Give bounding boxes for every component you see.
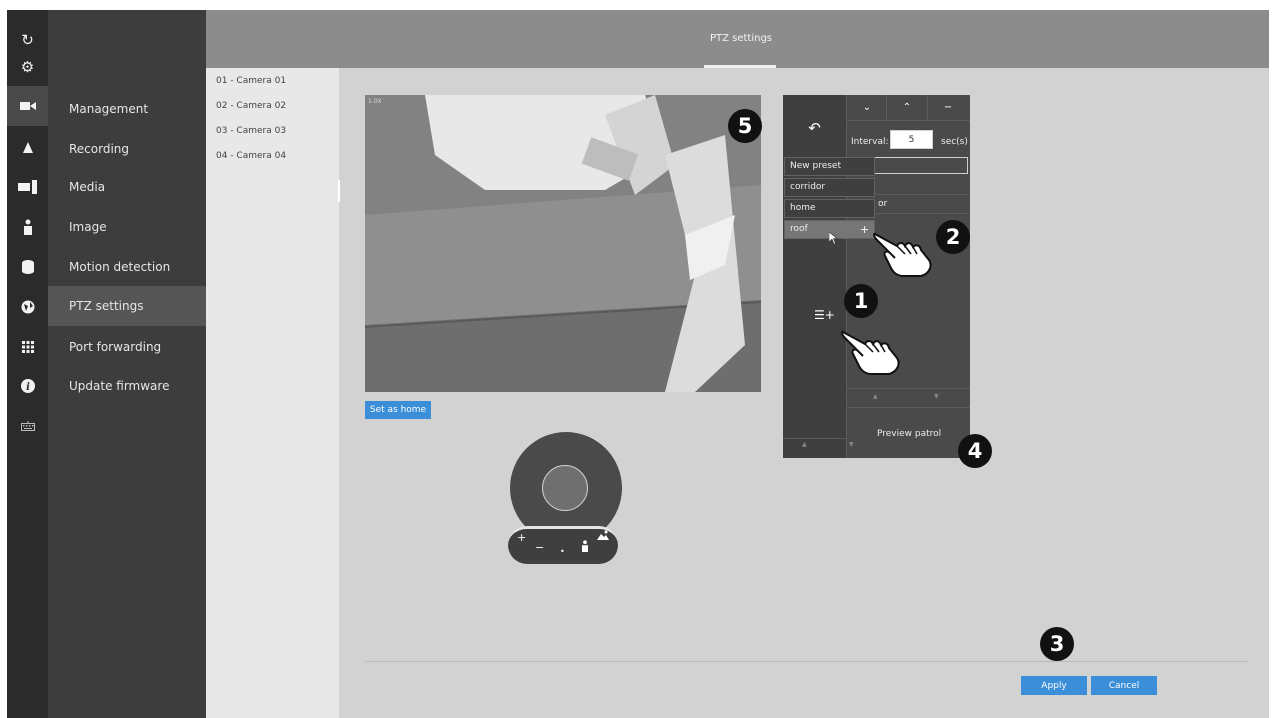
move-down-icon[interactable]: ⌄ bbox=[847, 95, 887, 120]
database-icon[interactable] bbox=[7, 247, 48, 287]
interval-unit: sec(s) bbox=[941, 137, 968, 147]
video-frame-image: 1.0X bbox=[365, 95, 761, 392]
video-zoom-overlay: 1.0X bbox=[368, 98, 382, 105]
add-to-list-icon[interactable]: ☰+ bbox=[814, 308, 835, 322]
back-icon[interactable]: ↶ bbox=[791, 113, 838, 143]
sidebar-item-image[interactable]: Image bbox=[48, 207, 206, 247]
active-tab-indicator bbox=[704, 65, 776, 68]
remove-icon[interactable]: − bbox=[928, 95, 968, 120]
camera-list-item[interactable]: 04 - Camera 04 bbox=[216, 151, 286, 161]
panel-divider bbox=[846, 388, 970, 389]
display-icon[interactable] bbox=[7, 167, 48, 207]
icon-rail: ↻ ⚙ i bbox=[7, 10, 48, 718]
scroll-up-icon[interactable]: ▲ bbox=[802, 441, 807, 448]
dropdown-preset-corridor[interactable]: corridor bbox=[784, 178, 875, 197]
callout-1: 1 bbox=[844, 284, 878, 318]
image-icon[interactable] bbox=[597, 530, 609, 543]
sidebar-item-update-firmware[interactable]: Update firmware bbox=[48, 366, 206, 406]
set-as-home-button[interactable]: Set as home bbox=[365, 401, 431, 419]
grid-icon[interactable] bbox=[7, 327, 48, 367]
scroll-up-icon[interactable]: ▲ bbox=[873, 393, 878, 400]
cursor-icon bbox=[829, 232, 838, 244]
person-icon[interactable] bbox=[7, 207, 48, 247]
camera-list-item[interactable]: 01 - Camera 01 bbox=[216, 76, 286, 86]
preset-name-field[interactable] bbox=[874, 157, 968, 174]
preset-panel-left-column bbox=[783, 95, 846, 458]
patrol-row[interactable] bbox=[874, 175, 968, 195]
panel-divider bbox=[846, 120, 970, 121]
focus-button[interactable]: • bbox=[560, 547, 565, 556]
footer-divider bbox=[365, 661, 1248, 662]
callout-3: 3 bbox=[1040, 627, 1074, 661]
apply-button[interactable]: Apply bbox=[1021, 676, 1087, 695]
camera-list-item[interactable]: 02 - Camera 02 bbox=[216, 101, 286, 111]
globe-icon[interactable] bbox=[7, 287, 48, 327]
sidebar-item-media[interactable]: Media bbox=[48, 167, 206, 207]
info-icon[interactable]: i bbox=[7, 366, 48, 406]
app-window: ↻ ⚙ i Management Recording Media Image M… bbox=[7, 10, 1269, 718]
move-up-icon[interactable]: ⌃ bbox=[887, 95, 927, 120]
sidebar-item-port-forwarding[interactable]: Port forwarding bbox=[48, 327, 206, 367]
joystick-knob[interactable] bbox=[542, 465, 588, 511]
tab-ptz-settings[interactable]: PTZ settings bbox=[704, 10, 778, 68]
interval-input[interactable]: 5 bbox=[890, 130, 933, 149]
interval-label: Interval: bbox=[851, 137, 889, 147]
dropdown-new-preset[interactable]: New preset bbox=[784, 157, 875, 176]
callout-4: 4 bbox=[958, 434, 992, 468]
sidebar-item-recording[interactable]: Recording bbox=[48, 129, 206, 169]
cancel-button[interactable]: Cancel bbox=[1091, 676, 1157, 695]
patrol-row[interactable]: or bbox=[874, 194, 968, 214]
preview-patrol-button[interactable]: Preview patrol bbox=[877, 429, 941, 439]
zoom-in-button[interactable]: + bbox=[517, 531, 526, 544]
pointing-hand-icon bbox=[841, 330, 900, 375]
panel-divider bbox=[783, 438, 846, 439]
camera-icon[interactable] bbox=[7, 86, 48, 126]
sidebar-item-management[interactable]: Management bbox=[48, 89, 206, 129]
header: PTZ settings bbox=[206, 10, 1269, 68]
add-preset-icon[interactable]: + bbox=[860, 223, 869, 236]
sidebar: Management Recording Media Image Motion … bbox=[48, 10, 206, 718]
sidebar-item-ptz-settings[interactable]: PTZ settings bbox=[48, 286, 206, 326]
camera-list: 01 - Camera 01 02 - Camera 02 03 - Camer… bbox=[206, 68, 339, 718]
dropdown-preset-home[interactable]: home bbox=[784, 199, 875, 218]
callout-5: 5 bbox=[728, 109, 762, 143]
scroll-down-icon[interactable]: ▼ bbox=[849, 441, 854, 448]
bell-icon[interactable] bbox=[7, 128, 48, 168]
camera-list-item[interactable]: 03 - Camera 03 bbox=[216, 126, 286, 136]
panel-divider bbox=[846, 407, 970, 408]
pointing-hand-icon bbox=[873, 232, 932, 277]
zoom-out-button[interactable]: − bbox=[535, 541, 544, 554]
person-icon[interactable] bbox=[581, 540, 589, 555]
panel-divider bbox=[846, 95, 847, 458]
keyboard-icon[interactable] bbox=[7, 406, 48, 446]
gear-icon[interactable]: ⚙ bbox=[7, 47, 48, 87]
svg-text:i: i bbox=[26, 382, 30, 393]
live-video[interactable]: 1.0X bbox=[365, 95, 761, 392]
callout-2: 2 bbox=[936, 220, 970, 254]
scroll-down-icon[interactable]: ▼ bbox=[934, 393, 939, 400]
sidebar-item-motion-detection[interactable]: Motion detection bbox=[48, 247, 206, 287]
camera-list-handle bbox=[338, 180, 340, 202]
